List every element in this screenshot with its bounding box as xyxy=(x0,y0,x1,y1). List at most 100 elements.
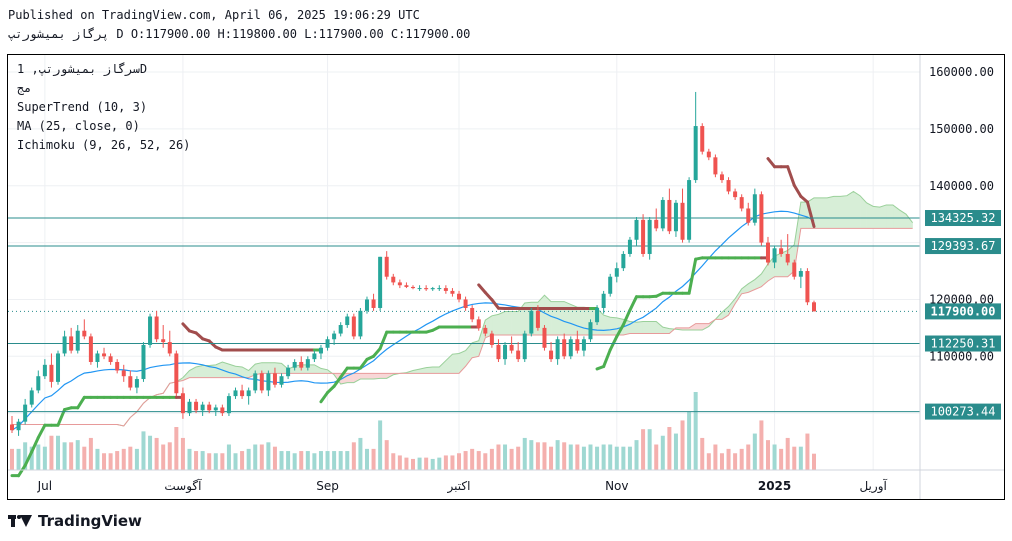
candle-body xyxy=(220,407,225,414)
volume-bar xyxy=(772,444,777,470)
volume-bar xyxy=(568,444,573,470)
legend-ma[interactable]: MA (25, close, 0) xyxy=(17,119,140,133)
volume-bar xyxy=(765,440,770,470)
candle-body xyxy=(56,353,61,382)
candle-body xyxy=(424,288,429,290)
candle-body xyxy=(739,197,744,209)
volume-bar xyxy=(404,457,409,470)
supertrend-segment xyxy=(766,157,777,169)
volume-bar xyxy=(700,437,705,470)
ichimoku-cloud-segment xyxy=(649,321,657,334)
x-tick-label: Sep xyxy=(316,479,339,493)
candle-body xyxy=(785,253,790,263)
supertrend-segment xyxy=(36,423,47,440)
volume-bar xyxy=(667,427,672,470)
volume-bar xyxy=(581,446,586,470)
candle-body xyxy=(16,421,21,431)
volume-bar xyxy=(752,433,757,470)
volume-bar xyxy=(443,455,448,470)
volume-bar xyxy=(417,457,422,470)
candle-body xyxy=(496,344,501,360)
candle-body xyxy=(812,302,816,312)
candlestick-chart[interactable]: 110000.00120000.00140000.00150000.001600… xyxy=(0,0,1012,541)
ichimoku-cloud-segment xyxy=(695,323,703,331)
legend-supertrend[interactable]: SuperTrend (10, 3) xyxy=(17,100,147,114)
candle-body xyxy=(542,327,547,348)
supertrend-segment xyxy=(76,395,86,410)
ichimoku-cloud-segment xyxy=(820,197,828,229)
ichimoku-cloud-segment xyxy=(859,195,867,229)
ichimoku-cloud-segment xyxy=(833,196,841,229)
tradingview-logo-icon xyxy=(8,515,32,527)
volume-bar xyxy=(134,448,139,470)
volume-bar xyxy=(253,444,258,470)
volume-bar xyxy=(345,451,350,470)
candle-body xyxy=(450,290,455,294)
supertrend-segment xyxy=(477,283,487,294)
candle-body xyxy=(88,336,93,362)
candle-body xyxy=(595,307,600,323)
candle-body xyxy=(457,293,462,300)
ichimoku-cloud-segment xyxy=(603,314,611,336)
candle-body xyxy=(364,299,369,311)
supertrend-segment xyxy=(602,348,612,369)
volume-bar xyxy=(95,448,100,470)
volume-bar xyxy=(246,448,251,470)
ichimoku-cloud-segment xyxy=(511,311,519,336)
volume-bar xyxy=(608,444,613,470)
volume-bar xyxy=(88,437,93,470)
candle-body xyxy=(706,151,711,158)
candle-body xyxy=(299,361,304,368)
candle-body xyxy=(128,376,133,388)
candle-body xyxy=(279,376,284,385)
candle-body xyxy=(246,390,251,397)
volume-bar xyxy=(115,451,120,470)
volume-bar xyxy=(69,442,74,470)
volume-bar xyxy=(36,444,41,470)
candle-body xyxy=(608,276,613,294)
candle-body xyxy=(634,219,639,240)
candle-body xyxy=(134,379,139,388)
volume-bar xyxy=(489,448,494,470)
volume-bar xyxy=(187,448,192,470)
ichimoku-cloud-segment xyxy=(504,311,512,336)
legend-exchange: مج xyxy=(17,81,32,95)
volume-bar xyxy=(213,453,218,470)
candle-body xyxy=(417,288,422,290)
x-tick-label: 2025 xyxy=(758,479,791,493)
candle-body xyxy=(687,180,692,240)
volume-bar xyxy=(49,435,54,470)
x-tick-label: آوریل xyxy=(859,478,887,494)
volume-bar xyxy=(56,435,61,470)
volume-bar xyxy=(614,446,619,470)
volume-bar xyxy=(575,444,580,470)
volume-bar xyxy=(739,448,744,470)
ichimoku-cloud-segment xyxy=(872,206,880,229)
level-label: 100273.44 xyxy=(930,405,995,419)
volume-bar xyxy=(194,451,199,470)
volume-bar xyxy=(509,448,514,470)
legend-symbol[interactable]: سرگاز بمیشورتپ, 1D xyxy=(17,62,147,76)
supertrend-segment xyxy=(687,257,698,295)
volume-bar xyxy=(562,442,567,470)
y-tick-label: 150000.00 xyxy=(929,122,994,136)
volume-bar xyxy=(364,448,369,470)
volume-bar xyxy=(108,453,113,470)
volume-bar xyxy=(805,433,810,470)
volume-bar xyxy=(240,451,245,470)
candle-body xyxy=(719,174,724,181)
volume-bar xyxy=(746,444,751,470)
ichimoku-cloud-segment xyxy=(636,321,644,334)
ichimoku-cloud-segment xyxy=(360,373,368,380)
volume-bar xyxy=(673,433,678,470)
candle-body xyxy=(161,339,166,343)
candle-body xyxy=(601,293,606,308)
candle-body xyxy=(351,316,356,337)
ichimoku-cloud-segment xyxy=(498,311,506,336)
tradingview-brand[interactable]: TradingView xyxy=(8,512,142,530)
candle-body xyxy=(226,396,231,414)
candle-body xyxy=(726,180,731,192)
candle-body xyxy=(733,191,738,198)
legend-ichimoku[interactable]: Ichimoku (9, 26, 52, 26) xyxy=(17,138,190,152)
volume-bar xyxy=(713,444,718,470)
